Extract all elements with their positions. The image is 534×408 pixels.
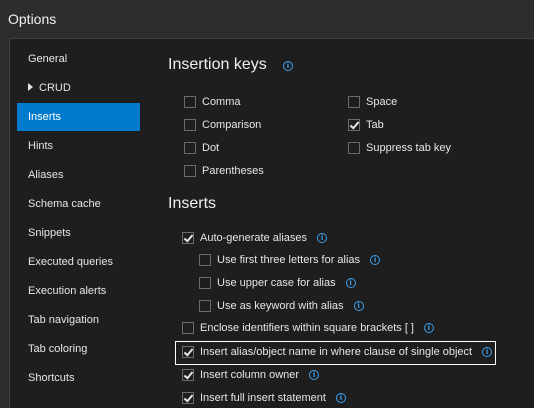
option-label: Enclose identifiers within square bracke… [200, 322, 414, 334]
info-icon[interactable]: i [353, 301, 364, 311]
checkbox[interactable] [184, 165, 196, 177]
option-label: Space [366, 96, 398, 108]
expand-arrow-icon[interactable] [28, 83, 33, 91]
info-icon[interactable]: i [283, 61, 293, 71]
checkbox[interactable] [184, 119, 196, 131]
option-label: Use first three letters for alias [217, 254, 361, 266]
insert-full-insert-statement-checkbox[interactable]: Insert full insert statement i [182, 391, 346, 405]
sidebar-item-shortcuts[interactable]: Shortcuts [17, 364, 140, 392]
option-label: Comparison [202, 119, 262, 131]
checkbox[interactable] [184, 96, 196, 108]
insert-column-owner-checkbox[interactable]: Insert column owner i [182, 368, 320, 382]
option-label: Auto-generate aliases [200, 232, 308, 244]
sidebar-item-label: Inserts [28, 111, 62, 123]
option-label: Insert alias/object name in where clause… [200, 346, 473, 358]
checkbox[interactable] [199, 254, 211, 266]
sidebar-item-label: Snippets [28, 227, 71, 239]
sidebar-item-inserts[interactable]: Inserts [17, 103, 140, 131]
option-label: Insert full insert statement [200, 392, 326, 404]
checkbox[interactable] [182, 392, 194, 404]
option-label: Parentheses [202, 165, 264, 177]
sidebar-item-label: Executed queries [28, 256, 113, 268]
info-icon[interactable]: i [345, 278, 356, 288]
option-label: Tab [366, 119, 384, 131]
checkbox[interactable] [348, 119, 360, 131]
option-label: Comma [202, 96, 241, 108]
use-upper-case-checkbox[interactable]: Use upper case for alias i [199, 276, 356, 290]
comma-checkbox[interactable]: Comma [184, 95, 241, 109]
enclose-identifiers-checkbox[interactable]: Enclose identifiers within square bracke… [182, 321, 434, 335]
window-title: Options [8, 11, 57, 27]
sidebar-item-general[interactable]: General [17, 45, 140, 73]
checkbox[interactable] [182, 369, 194, 381]
checkbox[interactable] [199, 300, 211, 312]
sidebar-item-hints[interactable]: Hints [17, 132, 140, 160]
space-checkbox[interactable]: Space [348, 95, 397, 109]
option-label: Dot [202, 142, 220, 154]
title-bar: Options [0, 0, 534, 37]
sidebar-item-schema-cache[interactable]: Schema cache [17, 190, 140, 218]
info-icon[interactable]: i [309, 370, 320, 380]
comparison-checkbox[interactable]: Comparison [184, 118, 261, 132]
insert-alias-in-where-clause-checkbox[interactable]: Insert alias/object name in where clause… [182, 345, 493, 359]
sidebar-item-executed-queries[interactable]: Executed queries [17, 248, 140, 276]
use-as-keyword-checkbox[interactable]: Use as keyword with alias i [199, 299, 364, 313]
checkbox[interactable] [348, 96, 360, 108]
checkbox[interactable] [184, 142, 196, 154]
checkbox[interactable] [182, 346, 194, 358]
sidebar-item-label: Shortcuts [28, 372, 75, 384]
sidebar-item-crud[interactable]: CRUD [17, 74, 140, 102]
parentheses-checkbox[interactable]: Parentheses [184, 164, 264, 178]
checkbox[interactable] [182, 232, 194, 244]
checkbox[interactable] [199, 277, 211, 289]
sidebar-item-tab-coloring[interactable]: Tab coloring [17, 335, 140, 363]
suppress-tab-key-checkbox[interactable]: Suppress tab key [348, 141, 451, 155]
option-label: Suppress tab key [366, 142, 451, 154]
inserts-heading: Inserts [168, 195, 217, 212]
sidebar-item-execution-alerts[interactable]: Execution alerts [17, 277, 140, 305]
sidebar-item-snippets[interactable]: Snippets [17, 219, 140, 247]
sidebar-item-label: Aliases [28, 169, 64, 181]
insertion-keys-heading: Insertion keys [168, 56, 267, 73]
tab-checkbox[interactable]: Tab [348, 118, 384, 132]
info-icon[interactable]: i [370, 255, 381, 265]
checkbox[interactable] [182, 322, 194, 334]
option-label: Use upper case for alias [217, 277, 336, 289]
sidebar-item-label: CRUD [39, 82, 71, 94]
use-first-three-letters-checkbox[interactable]: Use first three letters for alias i [199, 253, 381, 267]
info-icon[interactable]: i [424, 323, 434, 333]
info-icon[interactable]: i [317, 233, 328, 243]
sidebar-item-tab-navigation[interactable]: Tab navigation [17, 306, 140, 334]
auto-generate-aliases-checkbox[interactable]: Auto-generate aliases i [182, 231, 328, 245]
info-icon[interactable]: i [335, 393, 346, 403]
checkbox[interactable] [348, 142, 360, 154]
sidebar-item-label: General [28, 53, 68, 65]
sidebar-item-label: Tab navigation [28, 314, 99, 326]
sidebar-item-label: Schema cache [28, 198, 101, 210]
option-label: Insert column owner [200, 369, 300, 381]
option-label: Use as keyword with alias [217, 300, 344, 312]
sidebar-item-label: Execution alerts [28, 285, 107, 297]
sidebar-item-label: Tab coloring [28, 343, 88, 355]
sidebar-item-label: Hints [28, 140, 54, 152]
info-icon[interactable]: i [482, 347, 493, 357]
sidebar-item-aliases[interactable]: Aliases [17, 161, 140, 189]
dot-checkbox[interactable]: Dot [184, 141, 219, 155]
